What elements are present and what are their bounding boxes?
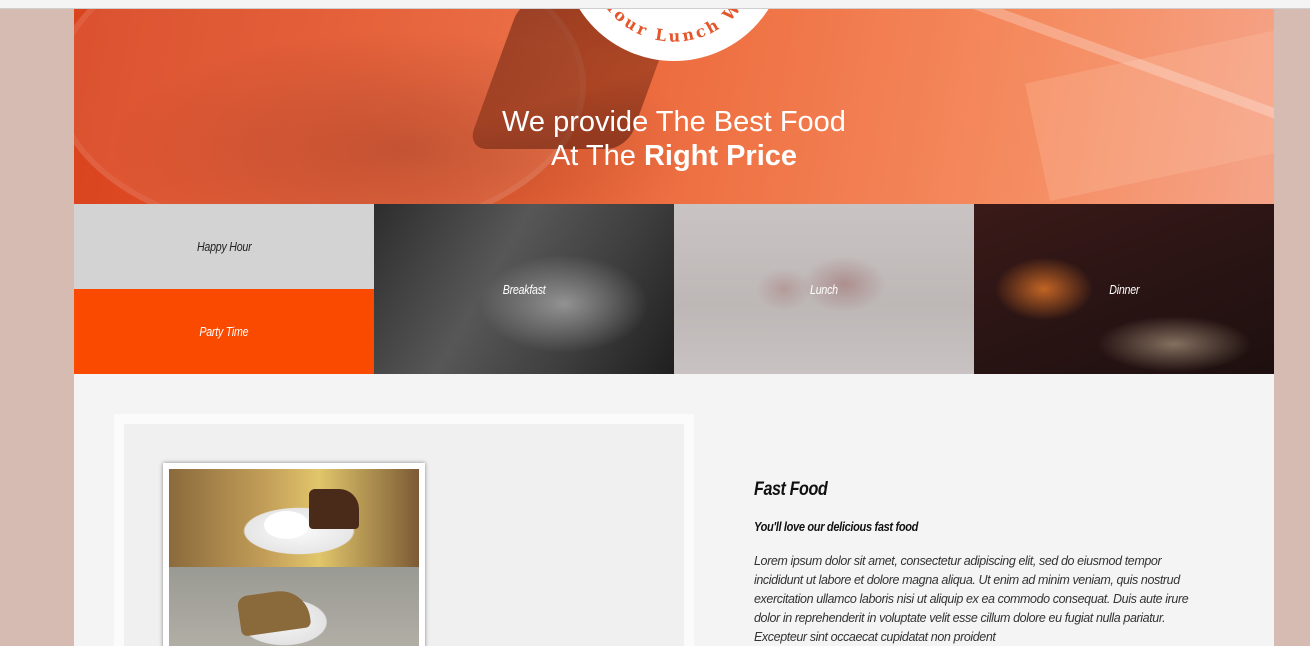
feature-title: Fast Food — [754, 479, 1194, 501]
cake-photo — [169, 567, 419, 646]
feature-subtitle-text: You'll love our delicious fast food — [754, 519, 919, 534]
category-label: Party Time — [199, 324, 249, 339]
category-label: Happy Hour — [196, 239, 252, 254]
category-breakfast[interactable]: Breakfast — [374, 204, 674, 374]
hero-headline: We provide The Best Food At The Right Pr… — [74, 105, 1274, 173]
cake-slice-shape — [309, 489, 359, 529]
feature-subtitle: You'll love our delicious fast food — [754, 519, 1194, 534]
feature-body: Lorem ipsum dolor sit amet, consectetur … — [754, 554, 1189, 644]
category-happy-hour[interactable]: Happy Hour — [74, 204, 374, 289]
hero-headline-line2-bold: Right Price — [643, 140, 798, 172]
category-label: Dinner — [1109, 281, 1139, 297]
category-label: Lunch — [810, 281, 838, 297]
logo[interactable]: Your Lunch W — [562, 9, 786, 61]
cream-shape — [264, 511, 309, 539]
category-party-time[interactable]: Party Time — [74, 289, 374, 374]
hero-headline-line2-prefix: At The — [550, 140, 636, 172]
hero-headline-line1: We provide The Best Food — [502, 106, 846, 138]
hero-banner: Your Lunch W We provide The Best Food At… — [74, 9, 1274, 204]
category-grid: Happy Hour Party Time Breakfast Lunch Di… — [74, 204, 1274, 374]
food-photo-frame — [163, 463, 425, 646]
browser-top-strip — [0, 0, 1310, 9]
feature-text: Fast Food You'll love our delicious fast… — [754, 479, 1194, 646]
feature-title-text: Fast Food — [754, 479, 828, 500]
logo-text: Your Lunch W — [601, 9, 747, 46]
category-label: Breakfast — [502, 281, 546, 297]
cake-piece-shape — [236, 587, 312, 637]
dessert-photo — [169, 469, 419, 567]
page-container: Your Lunch W We provide The Best Food At… — [74, 9, 1274, 646]
category-dinner[interactable]: Dinner — [974, 204, 1274, 374]
svg-text:Your Lunch W: Your Lunch W — [601, 9, 747, 46]
category-lunch[interactable]: Lunch — [674, 204, 974, 374]
